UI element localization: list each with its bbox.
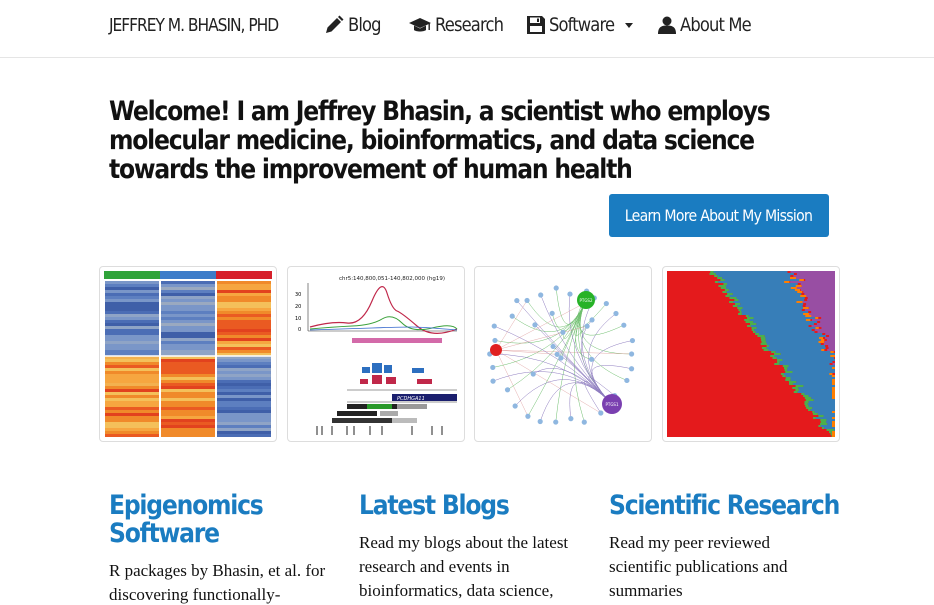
node-label: PTGS2 [579,298,592,303]
chevron-down-icon [624,22,633,28]
network-thumbnail[interactable]: PTGS2 PTGS1 [474,266,652,442]
nav-label: Blog [348,14,382,36]
nav-label: About Me [680,14,752,36]
user-icon [658,16,676,34]
brand-link[interactable]: JEFFREY M. BHASIN, PHD [109,15,279,36]
genome-coordinate-label: chr5:140,800,051-140,802,000 (hg19) [339,276,445,282]
heatmap-image [104,271,272,437]
scientific-research-link[interactable]: Scientific Research [609,492,840,520]
epigenomics-software-link[interactable]: Epigenomics Software [109,492,264,548]
genome-track-image: chr5:140,800,051-140,802,000 (hg19) 30 2… [295,276,458,435]
epigenomics-software-text: R packages by Bhasin, et al. for discove… [109,561,326,604]
gene-label: PCDHGA11 [397,396,425,402]
stacked-area-image [667,271,835,437]
top-navbar: JEFFREY M. BHASIN, PHD Blog Research Sof… [0,0,934,58]
y-tick: 0 [298,327,301,333]
graduation-cap-icon [409,18,431,32]
nav-item-about-me[interactable]: About Me [658,14,762,36]
welcome-heading: Welcome! I am Jeffrey Bhasin, a scientis… [109,96,771,185]
nav-label: Software [549,14,615,36]
learn-more-mission-button[interactable]: Learn More About My Mission [609,194,829,237]
y-tick: 30 [295,292,301,298]
latest-blogs-link[interactable]: Latest Blogs [359,492,510,520]
button-label: Learn More About My Mission [625,206,813,225]
heatmap-thumbnail[interactable] [99,266,277,442]
genome-track-thumbnail[interactable]: chr5:140,800,051-140,802,000 (hg19) 30 2… [287,266,465,442]
nav-item-blog[interactable]: Blog [324,14,386,36]
nav-item-software[interactable]: Software [527,14,633,36]
y-tick: 10 [295,316,301,322]
stacked-area-thumbnail[interactable] [662,266,840,442]
pencil-icon [326,15,344,33]
y-tick: 20 [295,304,301,310]
nav-item-research[interactable]: Research [409,14,514,36]
network-image: PTGS2 PTGS1 [487,285,636,425]
floppy-disk-icon [527,16,545,34]
node-label: PTGS1 [605,402,618,407]
nav-label: Research [435,14,504,36]
scientific-research-text: Read my peer reviewed scientific publica… [609,533,788,600]
latest-blogs-text: Read my blogs about the latest research … [359,533,569,600]
